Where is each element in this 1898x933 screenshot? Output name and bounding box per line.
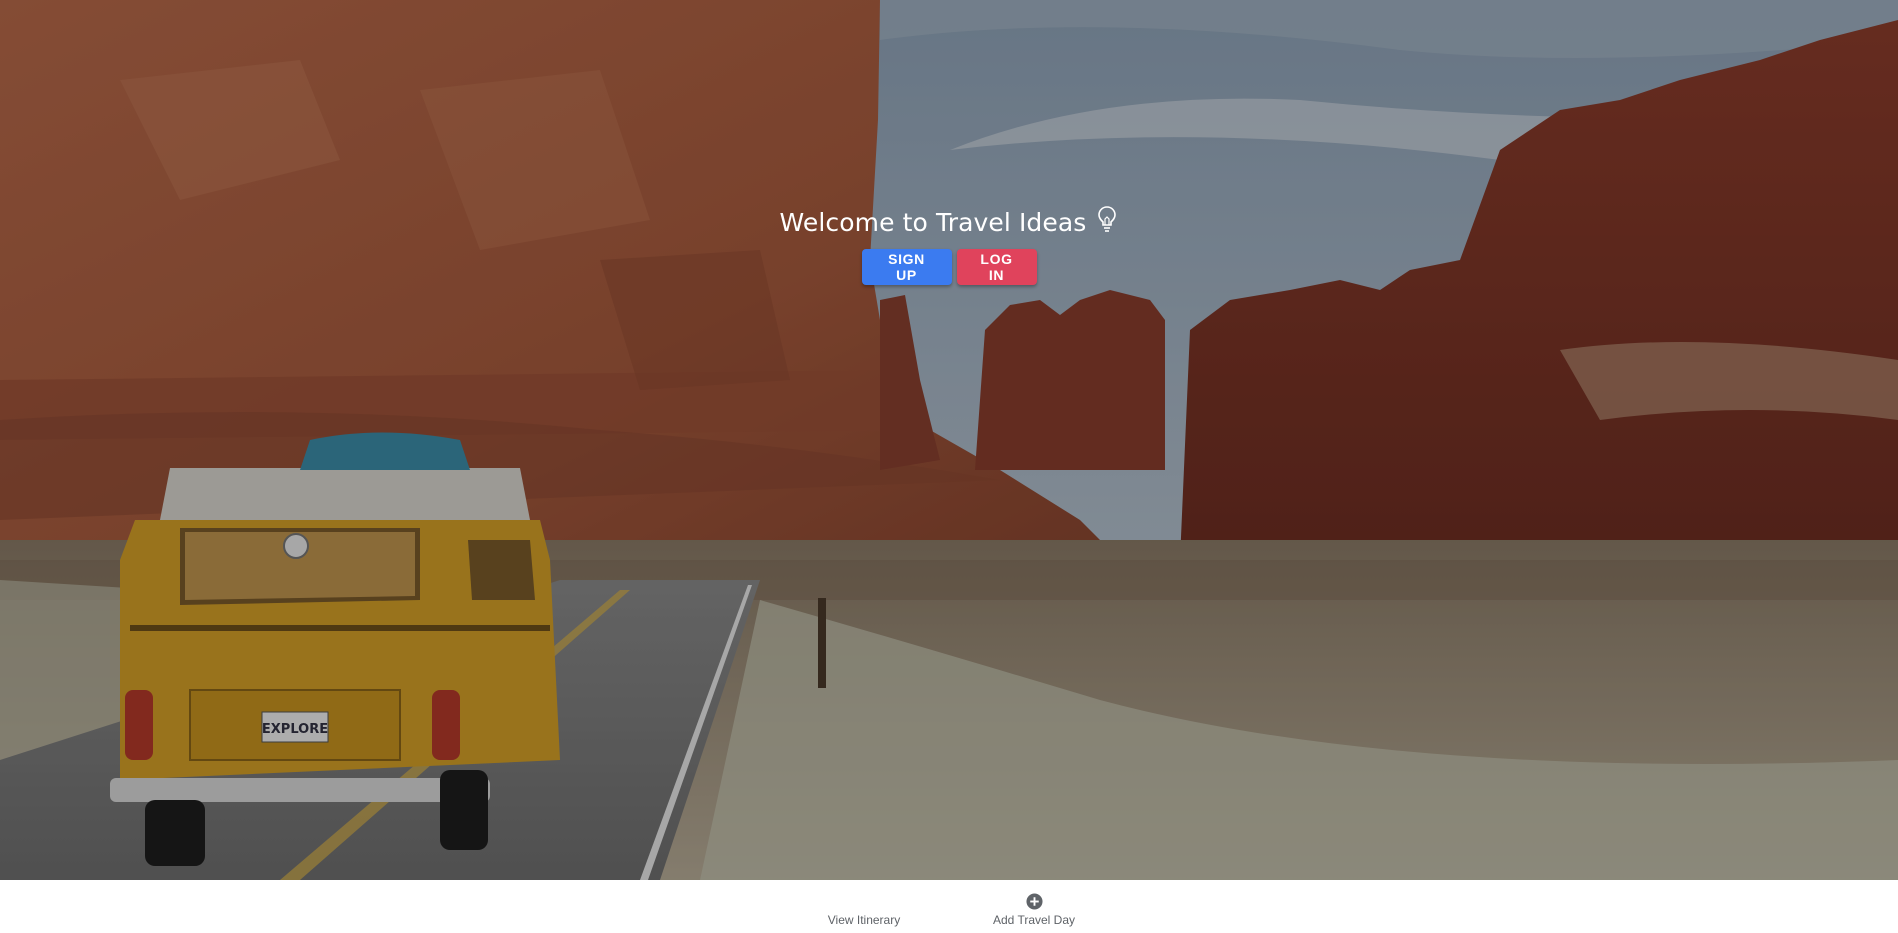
auth-button-row: SIGN UP LOG IN bbox=[0, 249, 1898, 285]
hero-title-row: Welcome to Travel Ideas bbox=[779, 205, 1119, 237]
sign-up-button[interactable]: SIGN UP bbox=[861, 249, 952, 285]
log-in-button[interactable]: LOG IN bbox=[956, 249, 1037, 285]
nav-view-itinerary[interactable]: View Itinerary bbox=[794, 880, 934, 933]
hero-banner: EXPLORE Welcome to Travel Ideas SIGN UP … bbox=[0, 0, 1898, 880]
bottom-navigation: View Itinerary Add Travel Day bbox=[0, 880, 1898, 933]
page-title: Welcome to Travel Ideas bbox=[779, 208, 1087, 237]
hero-dim-overlay bbox=[0, 0, 1898, 880]
app-page: EXPLORE Welcome to Travel Ideas SIGN UP … bbox=[0, 0, 1898, 933]
lightbulb-icon bbox=[1098, 205, 1117, 232]
add-circle-icon bbox=[1025, 893, 1043, 910]
nav-view-itinerary-label: View Itinerary bbox=[827, 913, 901, 927]
nav-add-travel-day[interactable]: Add Travel Day bbox=[964, 880, 1104, 933]
nav-add-travel-day-label: Add Travel Day bbox=[992, 913, 1076, 927]
hero-content: Welcome to Travel Ideas SIGN UP LOG IN bbox=[0, 205, 1898, 285]
